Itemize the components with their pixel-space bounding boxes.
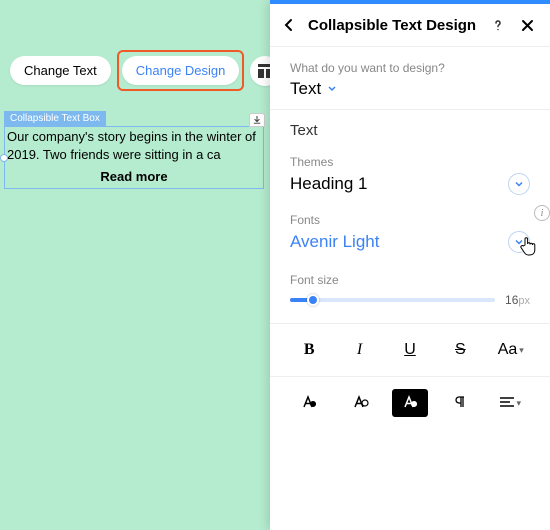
fonts-label: Fonts	[290, 213, 530, 227]
element-toolbar: Change Text Change Design	[10, 50, 280, 91]
resize-handle-left[interactable]	[0, 154, 8, 162]
element-type-label: Collapsible Text Box	[4, 111, 106, 126]
tutorial-highlight: Change Design	[117, 50, 245, 91]
text-outline-button[interactable]	[342, 389, 378, 417]
text-color-icon	[300, 395, 318, 411]
chevron-down-icon	[514, 179, 524, 189]
text-color-button[interactable]	[291, 389, 327, 417]
text-tools-row: ▾	[270, 376, 550, 429]
text-format-row: B I U S Aa▾	[270, 323, 550, 376]
design-panel: Collapsible Text Design What do you want…	[270, 0, 550, 530]
panel-scroll-body[interactable]: What do you want to design? Text Text Th…	[270, 47, 550, 530]
fonts-value: Avenir Light	[290, 232, 379, 252]
text-box-frame: Our company's story begins in the winter…	[4, 126, 264, 189]
chevron-down-icon	[327, 84, 337, 94]
help-button[interactable]	[487, 14, 509, 36]
font-size-section: Font size 16px	[270, 267, 550, 323]
align-button[interactable]: ▾	[493, 389, 529, 417]
collapsible-text-element[interactable]: Collapsible Text Box Our company's story…	[4, 108, 264, 189]
font-size-value: 16px	[505, 291, 530, 309]
text-case-button[interactable]: Aa▾	[493, 336, 529, 364]
close-icon	[521, 19, 534, 32]
bold-button[interactable]: B	[291, 336, 327, 364]
text-highlight-button[interactable]	[392, 389, 428, 417]
panel-title: Collapsible Text Design	[308, 17, 479, 34]
themes-expand-button[interactable]	[508, 173, 530, 195]
design-target-value: Text	[290, 79, 321, 99]
text-highlight-icon	[401, 395, 419, 411]
info-icon[interactable]: i	[534, 205, 550, 221]
design-target-section: What do you want to design? Text	[270, 47, 550, 110]
strikethrough-button[interactable]: S	[442, 336, 478, 364]
font-size-label: Font size	[290, 273, 530, 287]
themes-value: Heading 1	[290, 174, 368, 194]
read-more-link[interactable]: Read more	[5, 167, 263, 188]
back-button[interactable]	[278, 14, 300, 36]
fonts-section: i Fonts Avenir Light	[270, 205, 550, 267]
fonts-dropdown[interactable]: Avenir Light	[290, 231, 530, 253]
panel-header: Collapsible Text Design	[270, 4, 550, 47]
text-content: Our company's story begins in the winter…	[5, 127, 263, 167]
text-direction-button[interactable]	[442, 389, 478, 417]
font-size-slider[interactable]	[290, 293, 495, 307]
chevron-down-icon	[514, 237, 524, 247]
design-prompt-label: What do you want to design?	[290, 61, 530, 75]
design-target-dropdown[interactable]: Text	[290, 79, 530, 99]
align-icon	[500, 397, 514, 409]
change-design-button[interactable]: Change Design	[122, 56, 240, 85]
themes-label: Themes	[290, 155, 530, 169]
themes-dropdown[interactable]: Heading 1	[290, 173, 530, 195]
text-subheading: Text	[270, 110, 550, 145]
close-button[interactable]	[517, 15, 538, 36]
underline-button[interactable]: U	[392, 336, 428, 364]
download-icon[interactable]	[249, 113, 265, 127]
themes-section: Themes Heading 1	[270, 145, 550, 205]
slider-thumb[interactable]	[307, 294, 319, 306]
change-text-button[interactable]: Change Text	[10, 56, 111, 85]
fonts-expand-button[interactable]	[508, 231, 530, 253]
text-direction-icon	[452, 395, 468, 411]
italic-button[interactable]: I	[342, 336, 378, 364]
text-outline-icon	[351, 395, 369, 411]
help-icon	[491, 18, 505, 32]
chevron-left-icon	[282, 18, 296, 32]
